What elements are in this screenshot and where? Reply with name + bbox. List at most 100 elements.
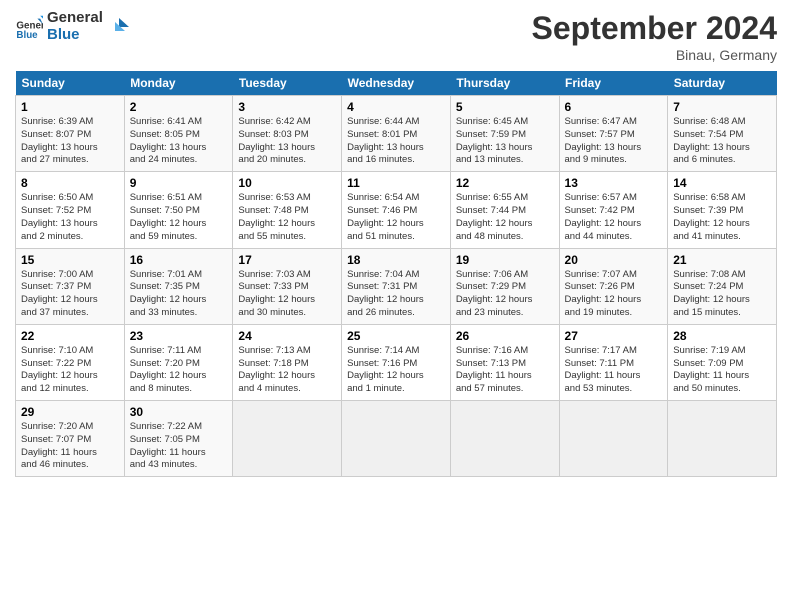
- table-row: 8 Sunrise: 6:50 AMSunset: 7:52 PMDaylight…: [16, 172, 125, 248]
- table-row: [668, 401, 777, 477]
- logo-arrow-icon: [107, 16, 129, 38]
- day-number: 3: [238, 100, 336, 114]
- week-row-2: 8 Sunrise: 6:50 AMSunset: 7:52 PMDaylight…: [16, 172, 777, 248]
- table-row: 24Sunrise: 7:13 AMSunset: 7:18 PMDayligh…: [233, 324, 342, 400]
- cell-info: Sunrise: 7:11 AMSunset: 7:20 PMDaylight:…: [130, 345, 207, 394]
- table-row: 23 Sunrise: 7:11 AMSunset: 7:20 PMDayligh…: [124, 324, 233, 400]
- day-number: 8: [21, 176, 119, 190]
- page-container: General Blue General Blue September 2024…: [0, 0, 792, 487]
- col-sunday: Sunday: [16, 71, 125, 96]
- day-number: 18: [347, 253, 445, 267]
- header: General Blue General Blue September 2024…: [15, 10, 777, 63]
- table-row: 27 Sunrise: 7:17 AMSunset: 7:11 PMDayligh…: [559, 324, 668, 400]
- day-number: 13: [565, 176, 663, 190]
- day-number: 16: [130, 253, 228, 267]
- table-row: 16 Sunrise: 7:01 AMSunset: 7:35 PMDayligh…: [124, 248, 233, 324]
- col-friday: Friday: [559, 71, 668, 96]
- table-row: 12 Sunrise: 6:55 AMSunset: 7:44 PMDayligh…: [450, 172, 559, 248]
- day-number: 25: [347, 329, 445, 343]
- cell-info: Sunrise: 6:41 AMSunset: 8:05 PMDaylight:…: [130, 116, 207, 165]
- col-tuesday: Tuesday: [233, 71, 342, 96]
- table-row: [559, 401, 668, 477]
- day-number: 14: [673, 176, 771, 190]
- cell-info: Sunrise: 7:17 AMSunset: 7:11 PMDaylight:…: [565, 345, 641, 394]
- cell-info: Sunrise: 7:01 AMSunset: 7:35 PMDaylight:…: [130, 269, 207, 318]
- month-title: September 2024: [532, 10, 777, 47]
- cell-info: Sunrise: 7:16 AMSunset: 7:13 PMDaylight:…: [456, 345, 532, 394]
- day-number: 1: [21, 100, 119, 114]
- day-number: 4: [347, 100, 445, 114]
- cell-info: Sunrise: 7:07 AMSunset: 7:26 PMDaylight:…: [565, 269, 642, 318]
- day-number: 22: [21, 329, 119, 343]
- day-number: 20: [565, 253, 663, 267]
- cell-info: Sunrise: 6:58 AMSunset: 7:39 PMDaylight:…: [673, 192, 750, 241]
- logo-blue: Blue: [47, 27, 103, 44]
- cell-info: Sunrise: 6:55 AMSunset: 7:44 PMDaylight:…: [456, 192, 533, 241]
- day-number: 27: [565, 329, 663, 343]
- day-number: 21: [673, 253, 771, 267]
- week-row-3: 15Sunrise: 7:00 AMSunset: 7:37 PMDayligh…: [16, 248, 777, 324]
- cell-info: Sunrise: 7:08 AMSunset: 7:24 PMDaylight:…: [673, 269, 750, 318]
- table-row: 2 Sunrise: 6:41 AMSunset: 8:05 PMDaylight…: [124, 96, 233, 172]
- table-row: 20 Sunrise: 7:07 AMSunset: 7:26 PMDayligh…: [559, 248, 668, 324]
- cell-info: Sunrise: 6:50 AMSunset: 7:52 PMDaylight:…: [21, 192, 98, 241]
- header-row: Sunday Monday Tuesday Wednesday Thursday…: [16, 71, 777, 96]
- day-number: 5: [456, 100, 554, 114]
- table-row: 26 Sunrise: 7:16 AMSunset: 7:13 PMDayligh…: [450, 324, 559, 400]
- cell-info: Sunrise: 7:10 AMSunset: 7:22 PMDaylight:…: [21, 345, 98, 394]
- cell-info: Sunrise: 7:19 AMSunset: 7:09 PMDaylight:…: [673, 345, 749, 394]
- cell-info: Sunrise: 6:45 AMSunset: 7:59 PMDaylight:…: [456, 116, 533, 165]
- week-row-1: 1 Sunrise: 6:39 AMSunset: 8:07 PMDaylight…: [16, 96, 777, 172]
- cell-info: Sunrise: 7:06 AMSunset: 7:29 PMDaylight:…: [456, 269, 533, 318]
- table-row: [233, 401, 342, 477]
- table-row: 14 Sunrise: 6:58 AMSunset: 7:39 PMDayligh…: [668, 172, 777, 248]
- title-block: September 2024 Binau, Germany: [532, 10, 777, 63]
- day-number: 11: [347, 176, 445, 190]
- cell-info: Sunrise: 6:44 AMSunset: 8:01 PMDaylight:…: [347, 116, 424, 165]
- table-row: 15Sunrise: 7:00 AMSunset: 7:37 PMDayligh…: [16, 248, 125, 324]
- table-row: 19 Sunrise: 7:06 AMSunset: 7:29 PMDayligh…: [450, 248, 559, 324]
- table-row: 21 Sunrise: 7:08 AMSunset: 7:24 PMDayligh…: [668, 248, 777, 324]
- cell-info: Sunrise: 7:03 AMSunset: 7:33 PMDaylight:…: [238, 269, 315, 318]
- table-row: [342, 401, 451, 477]
- day-number: 29: [21, 405, 119, 419]
- day-number: 7: [673, 100, 771, 114]
- day-number: 12: [456, 176, 554, 190]
- table-row: 7Sunrise: 6:48 AMSunset: 7:54 PMDaylight…: [668, 96, 777, 172]
- cell-info: Sunrise: 6:39 AMSunset: 8:07 PMDaylight:…: [21, 116, 98, 165]
- col-wednesday: Wednesday: [342, 71, 451, 96]
- day-number: 17: [238, 253, 336, 267]
- day-number: 15: [21, 253, 119, 267]
- table-row: 3 Sunrise: 6:42 AMSunset: 8:03 PMDaylight…: [233, 96, 342, 172]
- cell-info: Sunrise: 6:57 AMSunset: 7:42 PMDaylight:…: [565, 192, 642, 241]
- table-row: 10Sunrise: 6:53 AMSunset: 7:48 PMDayligh…: [233, 172, 342, 248]
- cell-info: Sunrise: 6:51 AMSunset: 7:50 PMDaylight:…: [130, 192, 207, 241]
- week-row-4: 22 Sunrise: 7:10 AMSunset: 7:22 PMDayligh…: [16, 324, 777, 400]
- table-row: 30Sunrise: 7:22 AMSunset: 7:05 PMDayligh…: [124, 401, 233, 477]
- day-number: 28: [673, 329, 771, 343]
- table-row: 9Sunrise: 6:51 AMSunset: 7:50 PMDaylight…: [124, 172, 233, 248]
- col-monday: Monday: [124, 71, 233, 96]
- logo-general: General: [47, 10, 103, 27]
- logo: General Blue General Blue: [15, 10, 129, 43]
- col-saturday: Saturday: [668, 71, 777, 96]
- cell-info: Sunrise: 6:42 AMSunset: 8:03 PMDaylight:…: [238, 116, 315, 165]
- cell-info: Sunrise: 6:53 AMSunset: 7:48 PMDaylight:…: [238, 192, 315, 241]
- table-row: 4 Sunrise: 6:44 AMSunset: 8:01 PMDaylight…: [342, 96, 451, 172]
- location: Binau, Germany: [532, 47, 777, 63]
- cell-info: Sunrise: 6:54 AMSunset: 7:46 PMDaylight:…: [347, 192, 424, 241]
- table-row: 17 Sunrise: 7:03 AMSunset: 7:33 PMDayligh…: [233, 248, 342, 324]
- cell-info: Sunrise: 7:22 AMSunset: 7:05 PMDaylight:…: [130, 421, 206, 470]
- day-number: 23: [130, 329, 228, 343]
- table-row: 18Sunrise: 7:04 AMSunset: 7:31 PMDayligh…: [342, 248, 451, 324]
- cell-info: Sunrise: 7:13 AMSunset: 7:18 PMDaylight:…: [238, 345, 315, 394]
- day-number: 19: [456, 253, 554, 267]
- calendar-table: Sunday Monday Tuesday Wednesday Thursday…: [15, 71, 777, 477]
- cell-info: Sunrise: 6:47 AMSunset: 7:57 PMDaylight:…: [565, 116, 642, 165]
- svg-text:Blue: Blue: [16, 30, 38, 41]
- table-row: 13 Sunrise: 6:57 AMSunset: 7:42 PMDayligh…: [559, 172, 668, 248]
- day-number: 26: [456, 329, 554, 343]
- table-row: 28 Sunrise: 7:19 AMSunset: 7:09 PMDayligh…: [668, 324, 777, 400]
- cell-info: Sunrise: 7:14 AMSunset: 7:16 PMDaylight:…: [347, 345, 424, 394]
- day-number: 2: [130, 100, 228, 114]
